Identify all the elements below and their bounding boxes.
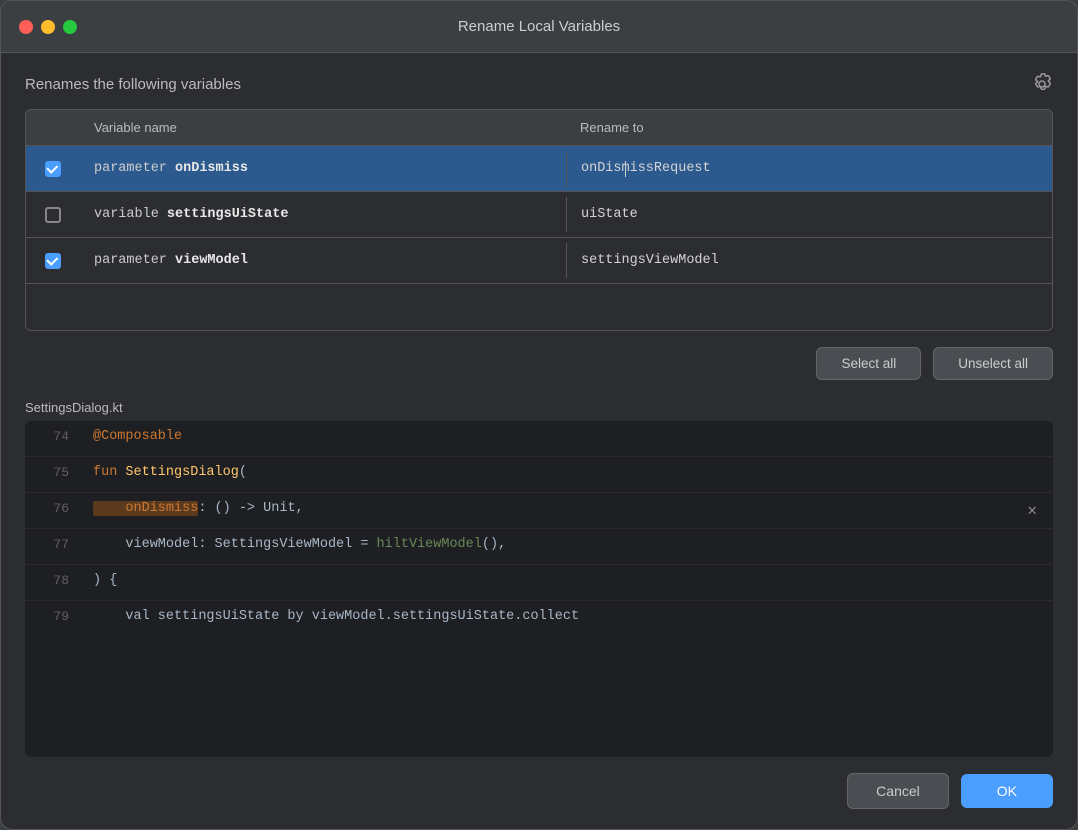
subtitle-text: Renames the following variables (25, 76, 241, 93)
table-row[interactable]: parameter viewModel settingsViewModel (26, 238, 1052, 284)
unselect-all-button[interactable]: Unselect all (933, 347, 1053, 380)
line-number: 79 (25, 601, 79, 632)
code-line-77: 77 viewModel: SettingsViewModel = hiltVi… (25, 529, 1053, 565)
close-button[interactable] (19, 20, 33, 34)
code-line-79: 79 val settingsUiState by viewModel.sett… (25, 601, 1053, 637)
cancel-button[interactable]: Cancel (847, 773, 949, 809)
checkbox-1[interactable] (45, 161, 61, 177)
line-content: @Composable (79, 421, 1053, 452)
line-content: viewModel: SettingsViewModel = hiltViewM… (79, 529, 1053, 560)
selection-buttons: Select all Unselect all (25, 347, 1053, 380)
ok-button[interactable]: OK (961, 774, 1053, 808)
table-body: parameter onDismiss onDismissRequest var… (26, 146, 1052, 330)
row-checkbox-1[interactable] (26, 161, 80, 177)
row-variable-name-2: variable settingsUiState (80, 197, 566, 232)
variables-table: Variable name Rename to parameter onDism… (25, 109, 1053, 331)
minimize-button[interactable] (41, 20, 55, 34)
title-bar: Rename Local Variables (1, 1, 1077, 53)
dialog-footer: Cancel OK (1, 757, 1077, 829)
row-checkbox-3[interactable] (26, 253, 80, 269)
code-line-76: 76 onDismiss: () -> Unit, ✕ (25, 493, 1053, 529)
table-row[interactable]: parameter onDismiss onDismissRequest (26, 146, 1052, 192)
line-content: onDismiss: () -> Unit, (79, 493, 1053, 524)
table-row[interactable]: variable settingsUiState uiState (26, 192, 1052, 238)
table-header: Variable name Rename to (26, 110, 1052, 146)
file-name-label: SettingsDialog.kt (25, 400, 1053, 415)
close-icon[interactable]: ✕ (1027, 503, 1037, 519)
dialog-title: Rename Local Variables (458, 18, 620, 35)
gear-icon[interactable] (1031, 73, 1053, 95)
line-number: 74 (25, 421, 79, 452)
header-check-col (26, 110, 80, 145)
window-controls (19, 20, 77, 34)
code-line-74: 74 @Composable (25, 421, 1053, 457)
line-number: 76 (25, 493, 79, 524)
code-line-75: 75 fun SettingsDialog( (25, 457, 1053, 493)
rename-dialog: Rename Local Variables Renames the follo… (0, 0, 1078, 830)
code-line-78: 78 ) { (25, 565, 1053, 601)
row-variable-name-1: parameter onDismiss (80, 151, 566, 186)
row-variable-name-3: parameter viewModel (80, 243, 566, 278)
line-number: 77 (25, 529, 79, 560)
line-number: 75 (25, 457, 79, 488)
row-rename-value-3: settingsViewModel (566, 243, 1052, 278)
line-content: ) { (79, 565, 1053, 596)
row-checkbox-2[interactable] (26, 207, 80, 223)
select-all-button[interactable]: Select all (816, 347, 921, 380)
empty-table-row (26, 284, 1052, 330)
code-preview: 74 @Composable 75 fun SettingsDialog( 76… (25, 421, 1053, 757)
dialog-content: Renames the following variables Variable… (1, 53, 1077, 757)
maximize-button[interactable] (63, 20, 77, 34)
line-number: 78 (25, 565, 79, 596)
checkbox-2[interactable] (45, 207, 61, 223)
line-content: fun SettingsDialog( (79, 457, 1053, 488)
row-rename-value-2: uiState (566, 197, 1052, 232)
header-rename-to: Rename to (566, 110, 1052, 145)
line-content: val settingsUiState by viewModel.setting… (79, 601, 1053, 632)
checkbox-3[interactable] (45, 253, 61, 269)
row-rename-value-1: onDismissRequest (566, 151, 1052, 186)
header-variable-name: Variable name (80, 110, 566, 145)
subtitle-row: Renames the following variables (25, 73, 1053, 95)
